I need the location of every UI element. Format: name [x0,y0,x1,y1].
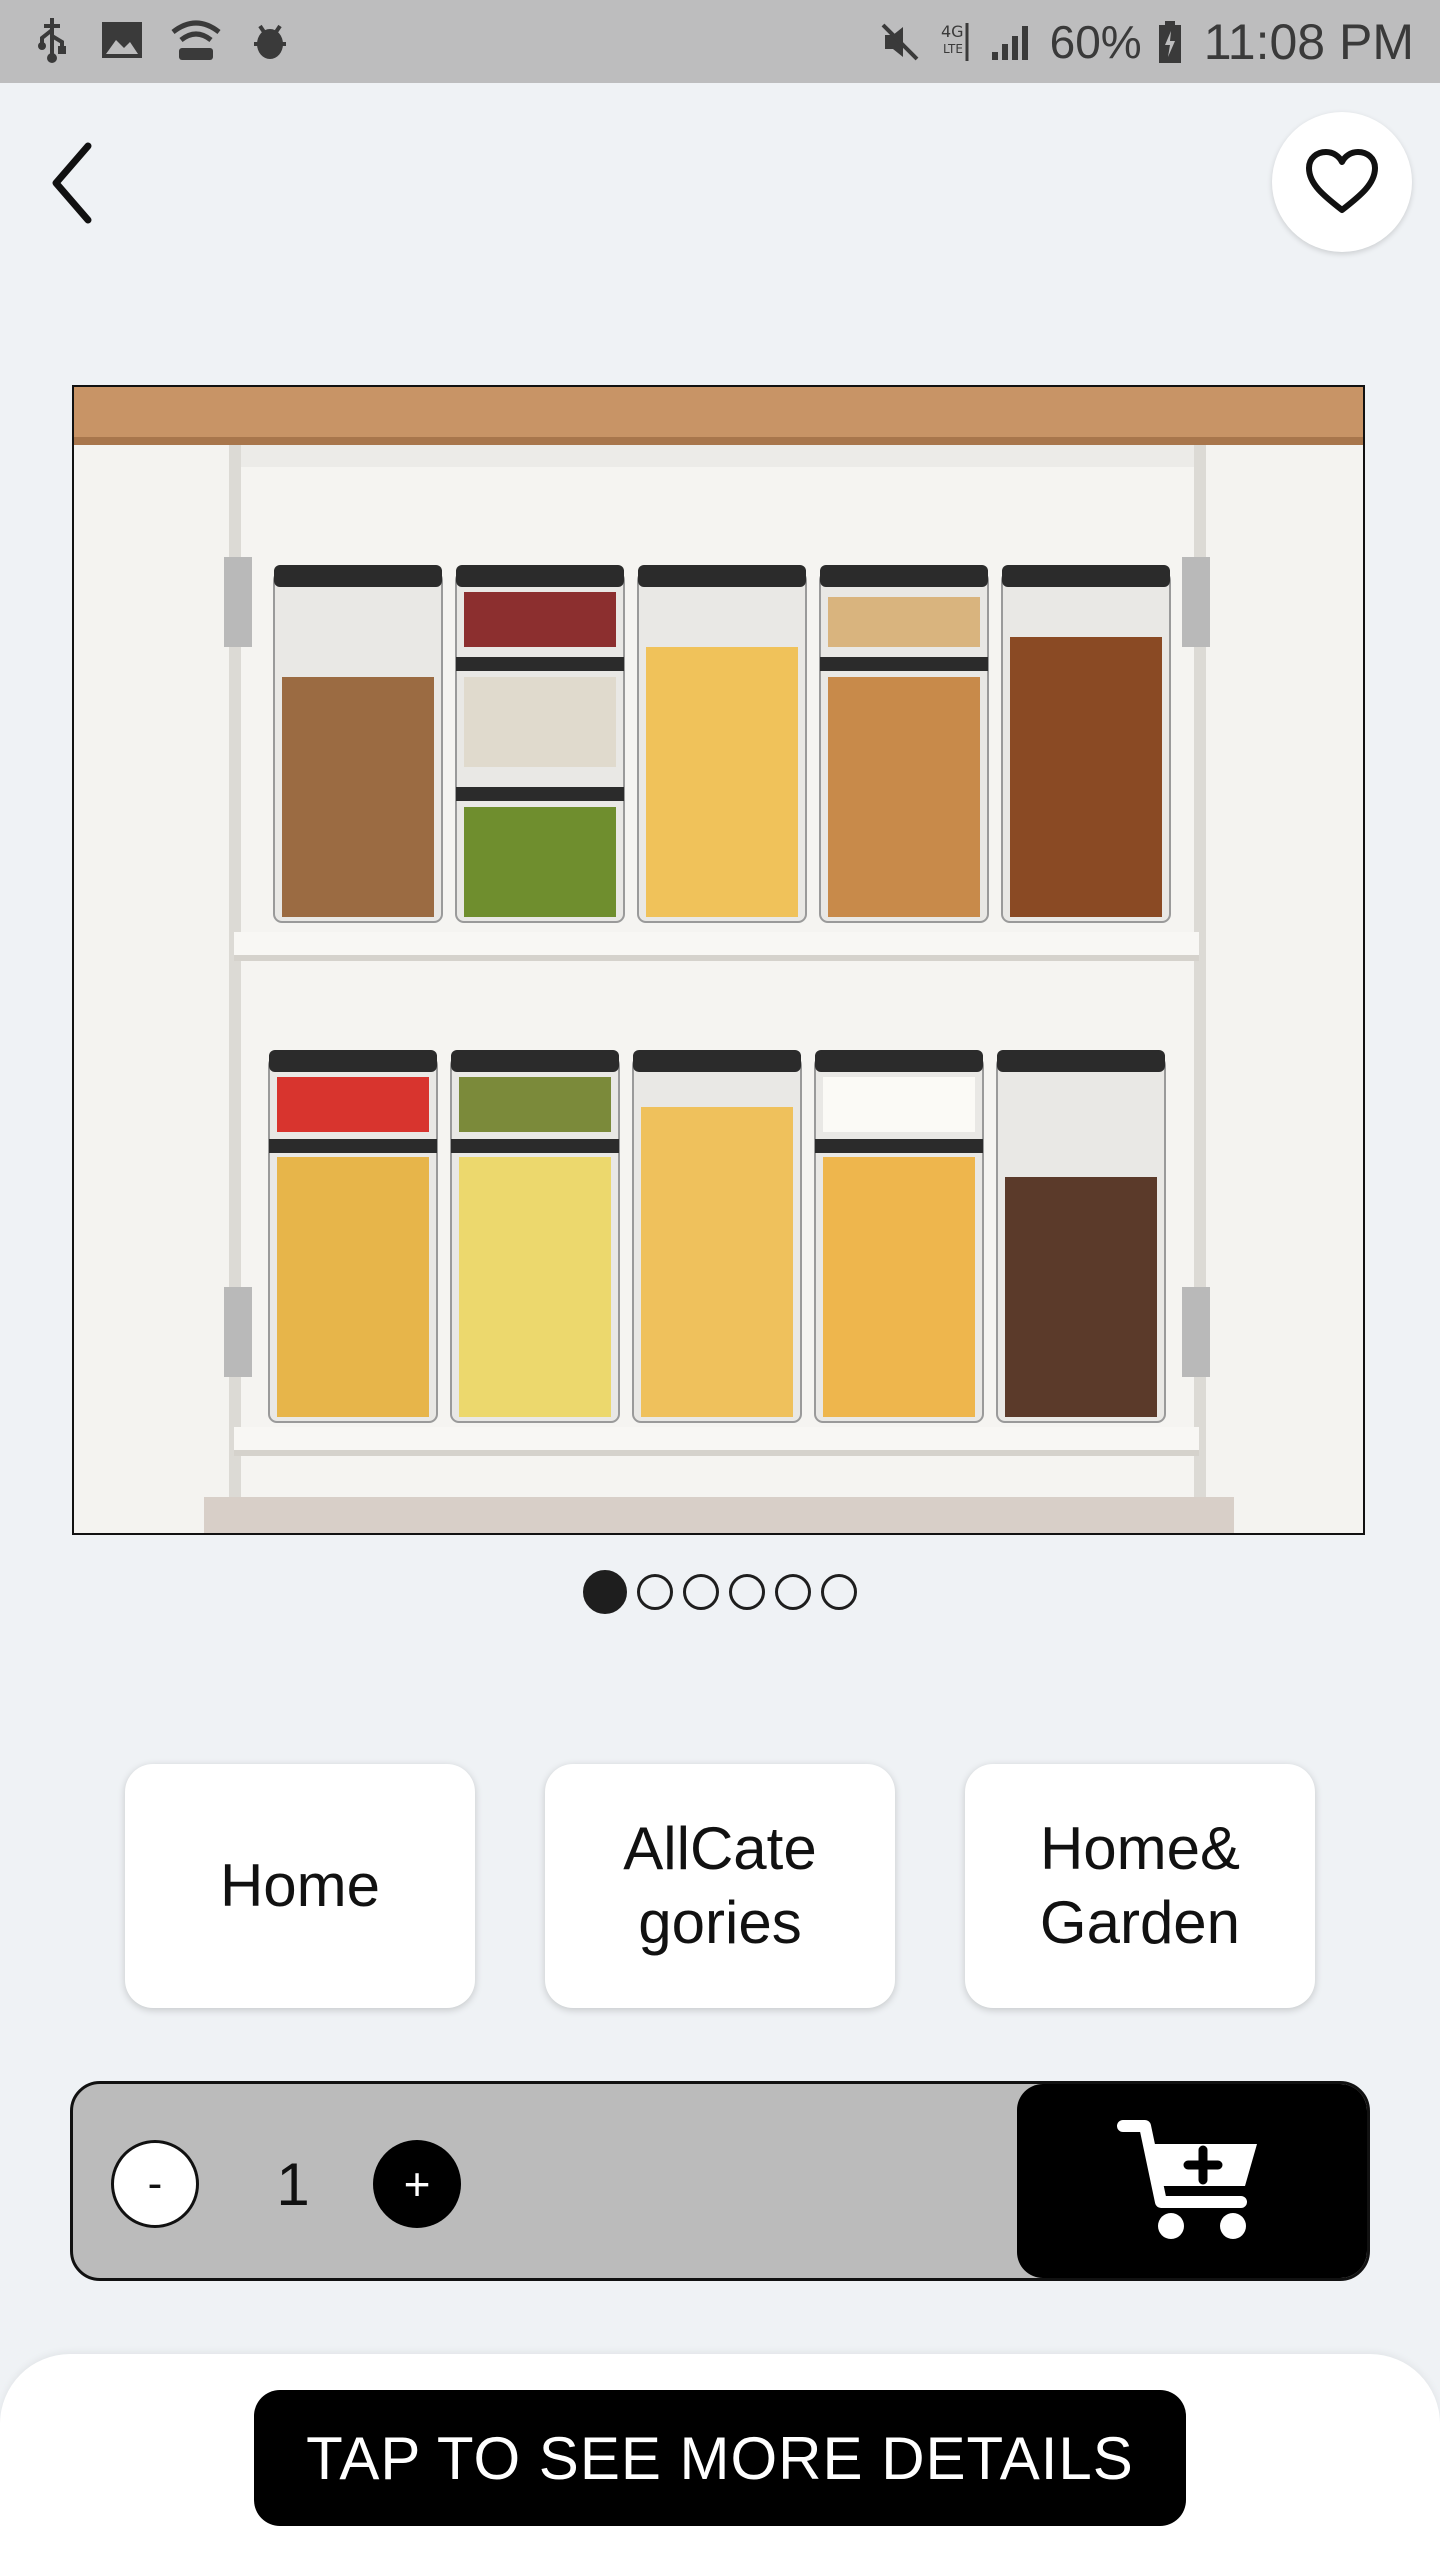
pagination-dot[interactable] [775,1574,811,1610]
signal-icon [988,16,1036,68]
status-bar: 4G LTE 60% 11:08 PM [0,0,1440,83]
category-chip-home-garden[interactable]: Home&Garden [965,1764,1315,2008]
bug-icon [246,14,294,66]
mute-icon [876,16,924,68]
battery-icon [1156,16,1184,68]
category-chip-all-categories[interactable]: AllCategories [545,1764,895,2008]
usb-icon [28,14,76,66]
see-more-details-button[interactable]: TAP TO SEE MORE DETAILS [254,2390,1186,2526]
favorite-button[interactable] [1272,112,1412,252]
clock: 11:08 PM [1203,13,1414,70]
pagination-dot[interactable] [729,1574,765,1610]
decrease-quantity-button[interactable]: - [111,2140,199,2228]
pagination-dot[interactable] [583,1570,627,1614]
quantity-value: 1 [276,2150,310,2218]
heart-outline-icon [1306,149,1378,213]
pagination-dot[interactable] [821,1574,857,1610]
category-chip-label: AllCategories [623,1815,817,1956]
battery-percentage: 60% [1049,15,1142,68]
pagination-dot[interactable] [683,1574,719,1610]
image-icon [98,14,146,66]
image-pagination [0,1570,1440,1614]
cart-quantity-bar: - 1 + [70,2081,1370,2281]
add-to-cart-button[interactable] [1017,2084,1367,2278]
wifi-hotspot-icon [168,14,224,66]
chevron-left-icon [52,142,92,224]
category-chip-home[interactable]: Home [125,1764,475,2008]
product-image[interactable] [72,385,1365,1535]
svg-text:LTE: LTE [943,42,963,56]
pagination-dot[interactable] [637,1574,673,1610]
product-photo [74,387,1363,1533]
4g-lte-icon: 4G LTE [938,16,974,68]
back-button[interactable] [44,138,114,228]
category-chip-label: Home [219,1852,381,1919]
increase-quantity-button[interactable]: + [373,2140,461,2228]
category-chip-label: Home&Garden [1039,1815,1241,1956]
svg-text:4G: 4G [941,22,964,41]
cart-plus-icon [1117,2120,1257,2239]
bottom-sheet: TAP TO SEE MORE DETAILS [0,2354,1440,2560]
